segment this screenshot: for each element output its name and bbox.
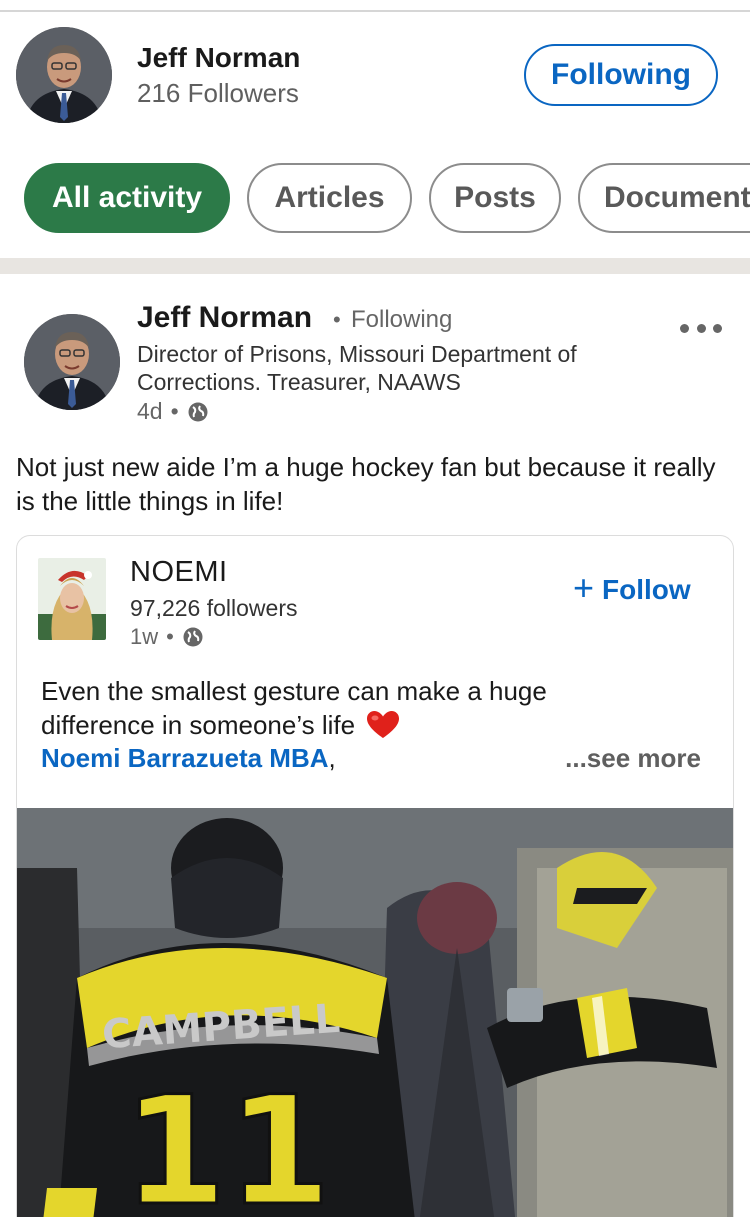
jersey-number: 11	[123, 1065, 332, 1217]
post-author-name[interactable]: Jeff Norman	[137, 301, 312, 335]
heart-icon	[367, 711, 400, 738]
filter-documents[interactable]: Documents	[578, 163, 750, 233]
separator-dot: •	[170, 398, 179, 424]
shared-post-age: 1w	[130, 624, 159, 649]
post-text: Not just new aide I’m a huge hockey fan …	[16, 452, 716, 516]
shared-author-followers: 97,226 followers	[130, 595, 298, 621]
follow-button[interactable]: + Follow	[573, 570, 691, 610]
filter-all-activity[interactable]: All activity	[24, 163, 230, 233]
mention-comma: ,	[328, 743, 336, 773]
activity-filter-bar: All activity Articles Posts Documents	[0, 163, 750, 235]
post-meta: 4d •	[137, 398, 209, 425]
hockey-video-frame: CAMPBELL 11	[17, 808, 733, 1217]
video-player[interactable]: CAMPBELL 11	[17, 808, 733, 1217]
filter-posts[interactable]: Posts	[429, 163, 561, 233]
reshared-post-card[interactable]: NOEMI 97,226 followers 1w • + Follow Eve…	[16, 535, 734, 1217]
feed-post: Jeff Norman • Following Director of Pris…	[0, 274, 750, 1217]
following-button[interactable]: Following	[524, 44, 718, 106]
mention-row: Noemi Barrazueta MBA, ...see more	[41, 741, 701, 775]
shared-post-text-body: Even the smallest gesture can make a hug…	[41, 676, 547, 740]
shared-post-text: Even the smallest gesture can make a hug…	[41, 674, 641, 742]
section-divider	[0, 258, 750, 274]
separator-dot: •	[166, 624, 174, 649]
person-photo-icon	[16, 27, 112, 123]
shared-author-name[interactable]: NOEMI	[130, 556, 228, 589]
profile-header: Jeff Norman 216 Followers Following	[0, 12, 750, 142]
follow-button-label: Follow	[602, 574, 691, 605]
profile-avatar[interactable]	[16, 27, 112, 123]
post-author-avatar[interactable]	[24, 314, 120, 410]
separator-dot: •	[333, 307, 341, 332]
post-relation-label: Following	[351, 306, 453, 333]
more-horizontal-icon[interactable]	[680, 324, 722, 336]
filter-articles[interactable]: Articles	[247, 163, 412, 233]
shared-author-avatar[interactable]	[38, 558, 106, 640]
person-photo-icon	[38, 558, 106, 640]
globe-icon	[183, 627, 203, 647]
post-author-headline: Director of Prisons, Missouri Department…	[137, 341, 577, 395]
post-age: 4d	[137, 398, 163, 424]
shared-post-meta: 1w •	[130, 624, 204, 650]
profile-name[interactable]: Jeff Norman	[137, 42, 300, 74]
globe-icon	[188, 402, 208, 421]
plus-icon: +	[573, 567, 595, 608]
mention-link[interactable]: Noemi Barrazueta MBA	[41, 743, 329, 773]
person-photo-icon	[24, 314, 120, 410]
see-more-link[interactable]: ...see more	[565, 741, 701, 775]
profile-follower-count: 216 Followers	[137, 78, 299, 108]
